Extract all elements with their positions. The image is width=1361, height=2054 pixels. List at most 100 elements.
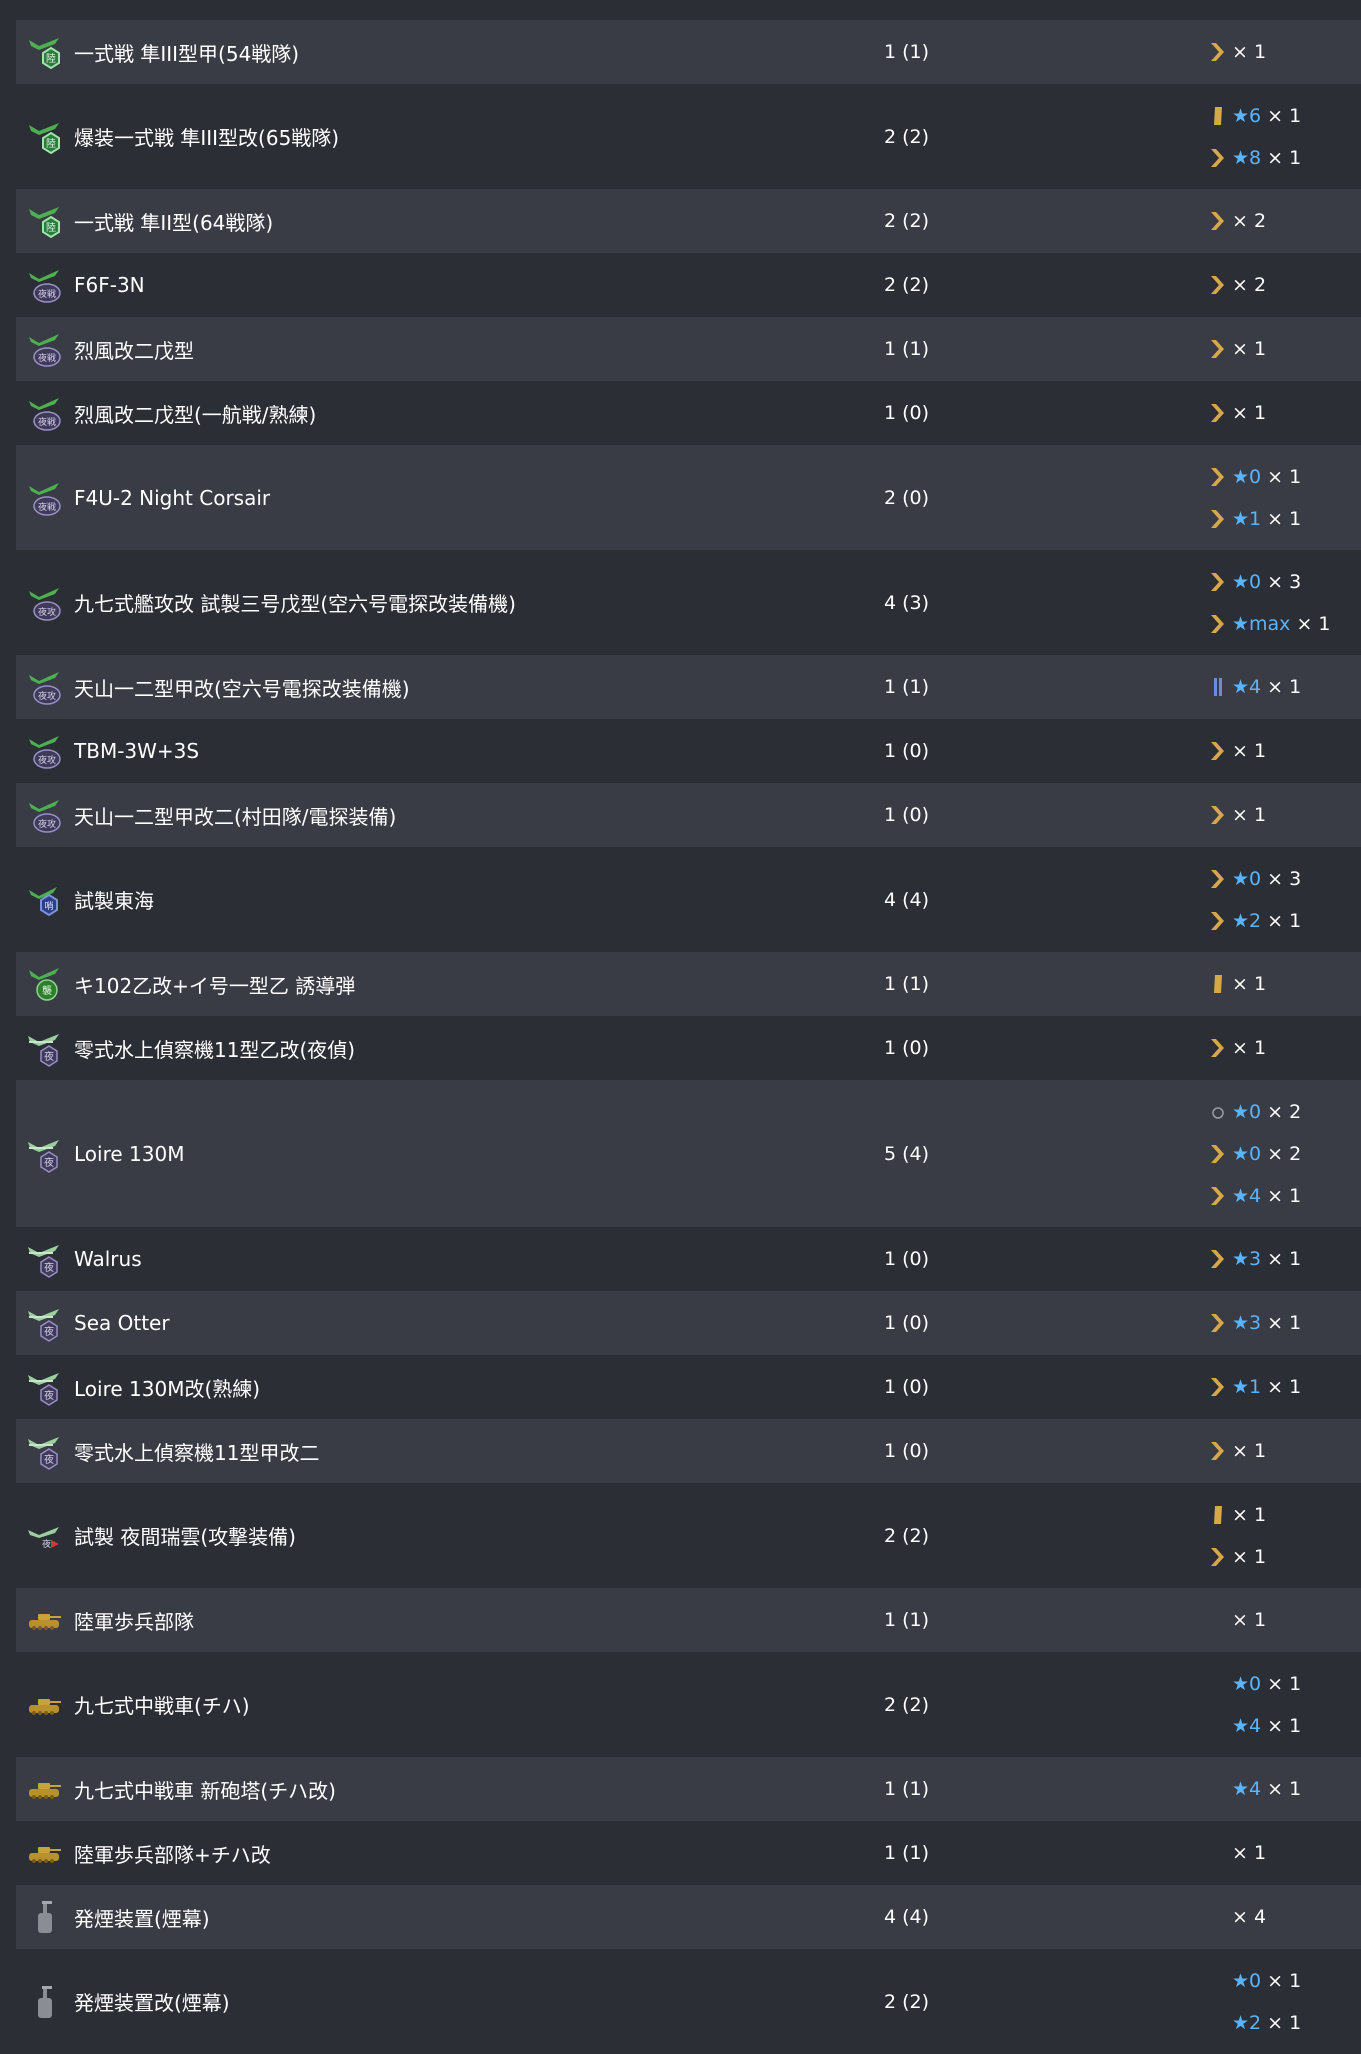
equipment-name: Loire 130M	[74, 1141, 185, 1166]
proficiency-list: × 1 × 1	[1208, 1494, 1361, 1578]
proficiency-chevron-icon	[1211, 1039, 1224, 1057]
equipment-row[interactable]: 陸軍歩兵部隊 1 (1) × 1	[16, 1588, 1361, 1652]
equipment-row[interactable]: 陸 一式戦 隼II型(64戦隊) 2 (2) × 2	[16, 189, 1361, 253]
svg-text:夜攻: 夜攻	[38, 606, 56, 618]
svg-text:夜: 夜	[44, 1050, 54, 1063]
proficiency-entry: ★4 × 1	[1208, 1705, 1361, 1747]
equipment-row[interactable]: 陸 一式戦 隼III型甲(54戦隊) 1 (1) × 1	[16, 20, 1361, 84]
equipment-row[interactable]: 夜 試製 夜間瑞雲(攻撃装備) 2 (2) × 1 × 1	[16, 1483, 1361, 1588]
svg-text:夜戦: 夜戦	[38, 416, 56, 428]
night-attacker-icon: 夜攻	[16, 731, 74, 771]
equipment-count: 2 (0)	[884, 486, 930, 509]
equipment-name: 天山一二型甲改二(村田隊/電探装備)	[74, 804, 397, 829]
equipment-row[interactable]: 夜攻 天山一二型甲改二(村田隊/電探装備) 1 (0) × 1	[16, 783, 1361, 847]
quantity-multiplier: × 1	[1232, 804, 1267, 826]
quantity-multiplier: × 1	[1232, 338, 1267, 360]
svg-text:夜戦: 夜戦	[38, 501, 56, 513]
patrol-plane-icon: 哨	[16, 880, 74, 920]
equipment-row[interactable]: 夜 Sea Otter 1 (0) ★3 × 1	[16, 1291, 1361, 1355]
svg-text:夜戦: 夜戦	[38, 288, 56, 300]
svg-text:夜攻: 夜攻	[38, 754, 56, 766]
proficiency-list: × 4	[1208, 1896, 1361, 1938]
equipment-row[interactable]: 陸軍歩兵部隊+チハ改 1 (1) × 1	[16, 1821, 1361, 1885]
equipment-row[interactable]: 夜 零式水上偵察機11型甲改二 1 (0) × 1	[16, 1419, 1361, 1483]
improvement-star: ★0	[1232, 1142, 1262, 1165]
night-attacker-icon: 夜攻	[16, 667, 74, 707]
quantity-multiplier: × 2	[1267, 1100, 1302, 1123]
proficiency-chevron-icon	[1211, 1442, 1224, 1460]
fighter-ground-icon: 陸	[16, 201, 74, 241]
night-fighter-icon: 夜戦	[16, 329, 74, 369]
proficiency-chevron-icon	[1211, 806, 1224, 824]
proficiency-list: ★0 × 1 ★1 × 1	[1208, 456, 1361, 540]
equipment-row[interactable]: 夜 零式水上偵察機11型乙改(夜偵) 1 (0) × 1	[16, 1016, 1361, 1080]
night-fighter-icon: 夜戦	[16, 478, 74, 518]
proficiency-entry: × 1	[1208, 1599, 1361, 1641]
equipment-name: 陸軍歩兵部隊+チハ改	[74, 1842, 271, 1867]
proficiency-entry: ★0 × 2	[1208, 1091, 1361, 1133]
equipment-name: 一式戦 隼II型(64戦隊)	[74, 210, 274, 235]
proficiency-entry: × 1	[1208, 963, 1361, 1005]
equipment-table: 陸一式戦 隼III型甲(54戦隊) 1 (1) × 1 陸爆装一式戦 隼III型改(6…	[16, 20, 1361, 2054]
equipment-count: 1 (1)	[884, 338, 930, 360]
equipment-row[interactable]: 発煙装置(煙幕) 4 (4) × 4	[16, 1885, 1361, 1949]
equipment-name: Loire 130M改(熟練)	[74, 1376, 261, 1401]
quantity-multiplier: × 1	[1232, 740, 1267, 762]
proficiency-list: × 1	[1208, 1027, 1361, 1069]
tank-icon	[16, 1833, 74, 1873]
proficiency-list: ★6 × 1 ★8 × 1	[1208, 95, 1361, 179]
proficiency-list: × 1	[1208, 730, 1361, 772]
svg-text:夜: 夜	[42, 1538, 51, 1550]
proficiency-entry: ★0 × 3	[1208, 561, 1361, 603]
tank-icon	[16, 1769, 74, 1809]
equipment-row[interactable]: 陸爆装一式戦 隼III型改(65戦隊) 2 (2) ★6 × 1 ★8 × 1	[16, 84, 1361, 189]
proficiency-list: × 1	[1208, 1430, 1361, 1472]
proficiency-chevron-icon	[1211, 212, 1224, 230]
quantity-multiplier: × 1	[1232, 1503, 1267, 1526]
proficiency-list: ★0 × 2 ★0 × 2 ★4 × 1	[1208, 1091, 1361, 1217]
equipment-row[interactable]: 夜戦 F4U-2 Night Corsair 2 (0) ★0 × 1 ★1 × 1	[16, 445, 1361, 550]
equipment-row[interactable]: 夜 Walrus 1 (0) ★3 × 1	[16, 1227, 1361, 1291]
proficiency-chevron-icon	[1211, 404, 1224, 422]
proficiency-entry: ★max × 1	[1208, 603, 1361, 645]
equipment-row[interactable]: 夜戦 烈風改二戊型 1 (1) × 1	[16, 317, 1361, 381]
equipment-row[interactable]: 夜攻 TBM-3W+3S 1 (0) × 1	[16, 719, 1361, 783]
equipment-row[interactable]: 夜戦 烈風改二戊型(一航戦/熟練) 1 (0) × 1	[16, 381, 1361, 445]
proficiency-entry: ★1 × 1	[1208, 498, 1361, 540]
proficiency-bar-icon	[1214, 106, 1222, 125]
quantity-multiplier: × 1	[1267, 146, 1302, 169]
equipment-row[interactable]: 夜攻 九七式艦攻改 試製三号戊型(空六号電探改装備機) 4 (3) ★0 × 3 ★max…	[16, 550, 1361, 655]
proficiency-list: × 1	[1208, 328, 1361, 370]
improvement-star: ★6	[1232, 104, 1262, 127]
equipment-row[interactable]: 襲 キ102乙改+イ号一型乙 誘導弾 1 (1) × 1	[16, 952, 1361, 1016]
equipment-row[interactable]: 夜戦 F6F-3N 2 (2) × 2	[16, 253, 1361, 317]
quantity-multiplier: × 3	[1267, 867, 1302, 890]
equipment-row[interactable]: 九七式中戦車(チハ) 2 (2) ★0 × 1 ★4 × 1	[16, 1652, 1361, 1757]
equipment-name: 烈風改二戊型(一航戦/熟練)	[74, 402, 317, 427]
equipment-count: 1 (1)	[884, 1842, 930, 1864]
equipment-row[interactable]: 夜 Loire 130M改(熟練) 1 (0) ★1 × 1	[16, 1355, 1361, 1419]
fighter-ground-icon: 陸	[16, 32, 74, 72]
svg-text:陸: 陸	[46, 137, 56, 150]
proficiency-chevron-icon	[1211, 43, 1224, 61]
quantity-multiplier: × 2	[1267, 1142, 1302, 1165]
equipment-row[interactable]: 夜攻 天山一二型甲改(空六号電探改装備機) 1 (1) ★4 × 1	[16, 655, 1361, 719]
equipment-row[interactable]: 発煙装置改(煙幕) 2 (2) ★0 × 1 ★2 × 1	[16, 1949, 1361, 2054]
equipment-count: 4 (3)	[884, 591, 930, 614]
equipment-count: 1 (1)	[884, 973, 930, 995]
improvement-star: ★4	[1232, 1714, 1262, 1737]
proficiency-list: ★1 × 1	[1208, 1366, 1361, 1408]
svg-text:陸: 陸	[46, 221, 56, 234]
proficiency-list: × 1	[1208, 794, 1361, 836]
proficiency-blank	[1208, 1714, 1228, 1738]
equipment-row[interactable]: 九七式中戦車 新砲塔(チハ改) 1 (1) ★4 × 1	[16, 1757, 1361, 1821]
proficiency-bar-icon	[1214, 678, 1222, 696]
equipment-count: 1 (0)	[884, 402, 930, 424]
equipment-row[interactable]: 夜 Loire 130M 5 (4) ★0 × 2 ★0 × 2 ★4 × 1	[16, 1080, 1361, 1227]
quantity-multiplier: × 1	[1232, 1440, 1267, 1462]
improvement-star: ★1	[1232, 1376, 1262, 1398]
night-attacker-icon: 夜攻	[16, 795, 74, 835]
equipment-count: 1 (0)	[884, 1440, 930, 1462]
equipment-row[interactable]: 哨試製東海 4 (4) ★0 × 3 ★2 × 1	[16, 847, 1361, 952]
night-bomber-icon: 夜	[16, 1516, 74, 1556]
